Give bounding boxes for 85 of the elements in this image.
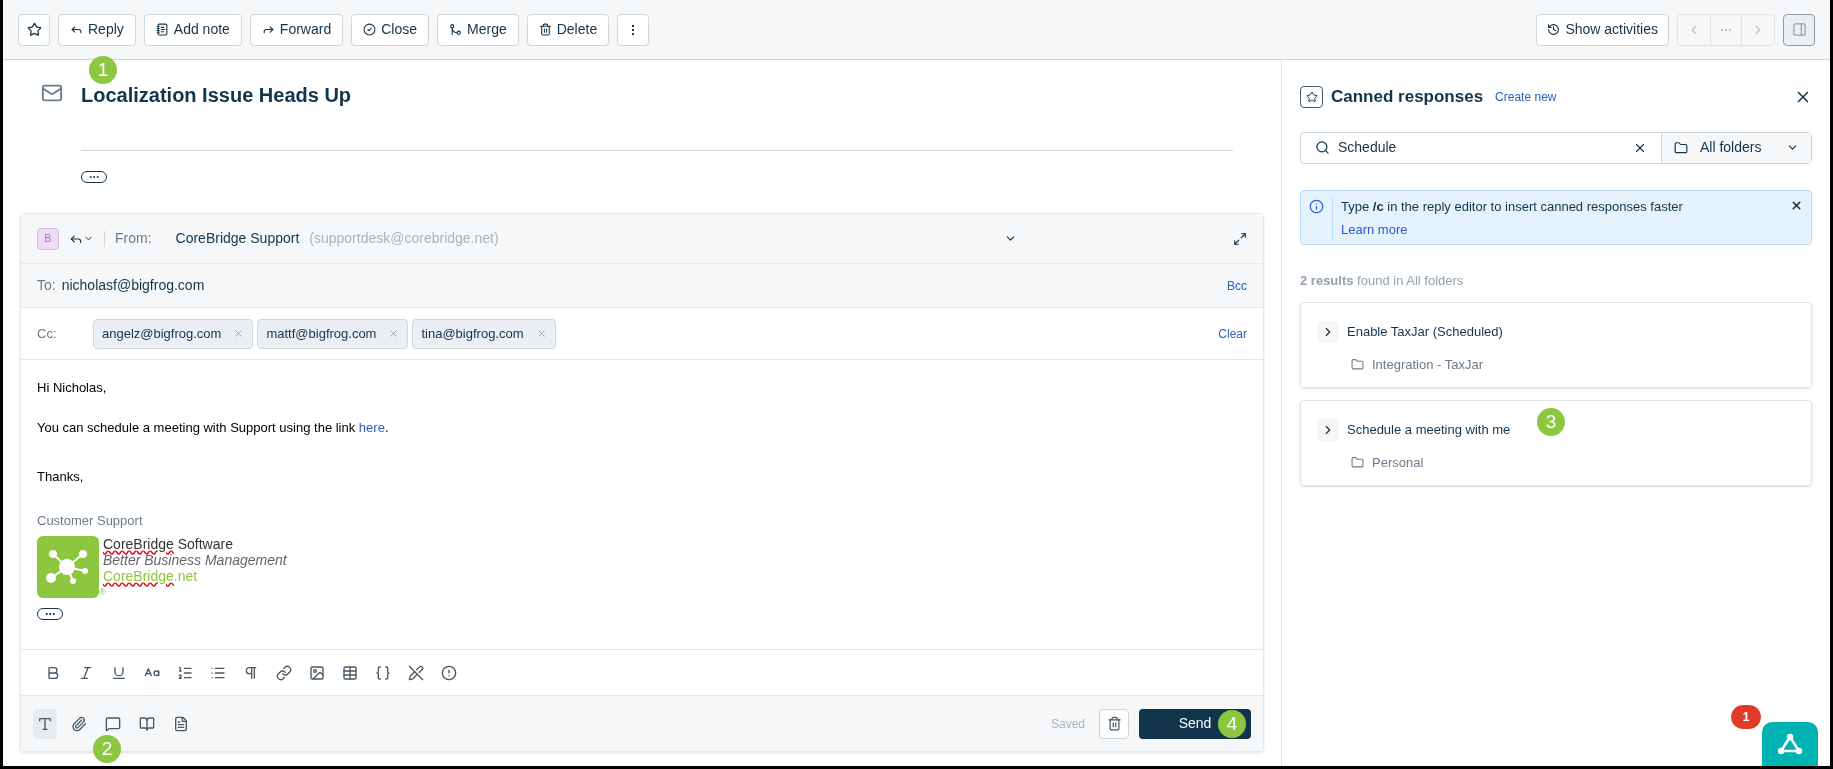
response-title: Schedule a meeting with me (1347, 421, 1511, 440)
to-address: nicholasf@bigfrog.com (61, 276, 205, 295)
from-label: From: (115, 229, 152, 248)
expand-button[interactable] (1317, 419, 1339, 441)
trash-icon (1106, 716, 1122, 731)
canned-response-card[interactable]: Enable TaxJar (Scheduled) Integration - TaxJar (1300, 302, 1812, 388)
merge-button[interactable]: Merge (437, 13, 519, 46)
close-button[interactable]: Close (351, 13, 429, 46)
create-new-link[interactable]: Create new (1495, 87, 1557, 106)
folder-name: Personal (1372, 454, 1424, 472)
spellcheck-icon[interactable] (441, 664, 457, 681)
numbered-list-icon[interactable] (177, 664, 193, 681)
canned-response-icon (1300, 85, 1323, 108)
folder-icon (1351, 456, 1364, 470)
paragraph-icon[interactable] (243, 664, 259, 681)
company-name: CoreBridge Software (103, 536, 234, 552)
text-format-icon (37, 715, 53, 732)
body-paragraph: You can schedule a meeting with Support using the link here. (37, 418, 390, 437)
expand-icon (1233, 231, 1247, 246)
panel-icon (1791, 22, 1807, 37)
cc-chip[interactable]: angelz@bigfrog.com (93, 318, 254, 349)
bcc-link[interactable]: Bcc (1227, 276, 1247, 295)
greeting-text: Hi Nicholas, (37, 379, 108, 397)
response-title: Enable TaxJar (Scheduled) (1347, 323, 1503, 342)
here-link[interactable]: here (358, 419, 385, 435)
italic-icon[interactable] (78, 664, 94, 681)
panel-toggle-button[interactable] (1783, 13, 1815, 46)
to-label: To: (37, 276, 56, 295)
cc-chip[interactable]: mattf@bigfrog.com (257, 318, 409, 349)
clear-link[interactable]: Clear (1218, 324, 1247, 343)
mail-icon (41, 82, 63, 104)
trash-icon (538, 23, 552, 36)
learn-more-link[interactable]: Learn more (1341, 220, 1408, 240)
dismiss-icon[interactable] (1790, 198, 1803, 212)
reply-icon (70, 23, 83, 36)
folder-icon (1351, 358, 1364, 372)
help-widget[interactable] (1762, 722, 1818, 766)
clear-format-icon[interactable] (408, 664, 424, 681)
attachment-icon (71, 715, 87, 732)
table-icon[interactable] (342, 664, 358, 681)
cc-chip[interactable]: tina@bigfrog.com (412, 318, 556, 349)
reply-button[interactable]: Reply (58, 13, 136, 46)
star-icon (26, 22, 42, 37)
link-icon[interactable] (276, 664, 292, 681)
closing-text: Thanks, (37, 468, 85, 486)
underline-icon[interactable] (111, 664, 127, 681)
merge-icon (449, 23, 462, 36)
image-icon[interactable] (309, 664, 325, 681)
bold-icon[interactable] (45, 664, 61, 681)
forward-button[interactable]: Forward (249, 13, 344, 46)
step-callout: 2 (93, 735, 121, 763)
folder-name: Integration - TaxJar (1372, 356, 1484, 374)
braces-icon[interactable] (375, 664, 391, 681)
show-activities-button[interactable]: Show activities (1536, 13, 1669, 46)
notification-badge: 1 (1730, 704, 1762, 730)
ticket-title: Localization Issue Heads Up (81, 83, 353, 108)
avatar: B (37, 227, 59, 250)
from-email: (supportdesk@corebridge.net) (309, 229, 499, 248)
cc-label: Cc: (37, 324, 58, 343)
tagline: Better Business Management (103, 552, 287, 568)
panel-title: Canned responses (1331, 86, 1484, 108)
forward-icon (261, 23, 275, 36)
from-name: CoreBridge Support (175, 229, 300, 248)
results-summary: 2 results found in All folders (1300, 271, 1465, 290)
template-icon (173, 715, 189, 732)
expand-button[interactable] (1317, 321, 1339, 343)
info-icon (1309, 198, 1324, 214)
note-icon (155, 23, 169, 36)
registered-mark: ® (99, 586, 107, 599)
step-callout: 3 (1537, 408, 1565, 436)
company-logo (37, 536, 99, 598)
discard-button[interactable] (1099, 708, 1129, 739)
text-format-button[interactable] (33, 708, 57, 739)
history-icon (1547, 23, 1561, 36)
step-callout: 1 (89, 56, 117, 84)
check-circle-icon (363, 23, 377, 36)
book-icon (139, 715, 155, 732)
signature-name: Customer Support (37, 511, 144, 530)
saved-status: Saved (1050, 715, 1085, 733)
delete-button[interactable]: Delete (526, 13, 610, 46)
network-icon (1777, 733, 1803, 755)
add-note-button[interactable]: Add note (143, 13, 242, 46)
tip-text: Type /c in the reply editor to insert canned responses faster (1341, 197, 1684, 216)
star-button[interactable] (18, 13, 50, 46)
canned-response-icon (105, 715, 121, 732)
